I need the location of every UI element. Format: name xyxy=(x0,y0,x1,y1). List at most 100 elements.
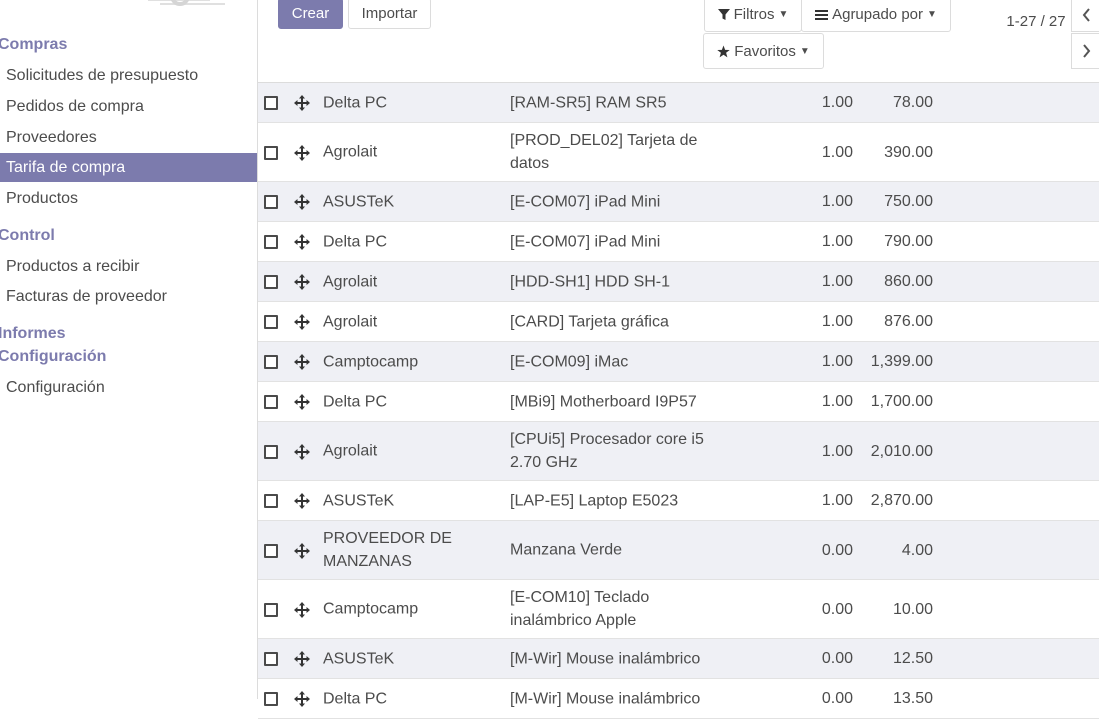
table-row[interactable]: ASUSTeK [LAP-E5] Laptop E5023 1.00 2,870.00 xyxy=(258,481,1099,521)
arrows-move-icon[interactable] xyxy=(293,313,311,331)
row-checkbox[interactable] xyxy=(264,445,278,459)
favorites-dropdown[interactable]: Favoritos ▼ xyxy=(703,33,824,69)
arrows-move-icon[interactable] xyxy=(293,690,311,708)
pager-value: 1-27 / 27 xyxy=(1006,13,1066,30)
arrows-move-icon[interactable] xyxy=(293,601,311,619)
quantity-cell: 0.00 xyxy=(821,690,853,707)
sidebar-item-productos-recibir[interactable]: Productos a recibir xyxy=(0,252,257,281)
row-checkbox[interactable] xyxy=(264,315,278,329)
pricelist-table: Delta PC [RAM-SR5] RAM SR5 1.00 78.00 Agrola… xyxy=(258,82,1099,723)
chevron-left-icon xyxy=(1082,7,1090,22)
row-checkbox[interactable] xyxy=(264,146,278,160)
row-checkbox[interactable] xyxy=(264,692,278,706)
product-cell: [E-COM09] iMac xyxy=(510,353,629,370)
arrows-move-icon[interactable] xyxy=(293,393,311,411)
price-cell: 1,700.00 xyxy=(870,393,933,410)
row-checkbox[interactable] xyxy=(264,603,278,617)
row-checkbox[interactable] xyxy=(264,235,278,249)
product-cell: [E-COM10] Teclado inalámbrico Apple xyxy=(510,589,650,629)
row-checkbox[interactable] xyxy=(264,494,278,508)
filters-dropdown[interactable]: Filtros ▼ xyxy=(704,0,802,32)
row-checkbox[interactable] xyxy=(264,652,278,666)
product-cell: [PROD_DEL02] Tarjeta de datos xyxy=(510,132,698,172)
price-cell: 1,399.00 xyxy=(870,353,933,370)
quantity-cell: 1.00 xyxy=(821,353,853,370)
pager-next-button[interactable] xyxy=(1071,33,1099,69)
row-checkbox[interactable] xyxy=(264,544,278,558)
price-cell: 12.50 xyxy=(892,650,933,667)
groupby-dropdown[interactable]: Agrupado por ▼ xyxy=(801,0,951,32)
table-row[interactable]: Agrolait [CPUi5] Procesador core i5 2.70 … xyxy=(258,422,1099,481)
row-checkbox[interactable] xyxy=(264,355,278,369)
row-checkbox[interactable] xyxy=(264,96,278,110)
arrows-move-icon[interactable] xyxy=(293,273,311,291)
product-cell: [LAP-E5] Laptop E5023 xyxy=(510,492,679,509)
chevron-down-icon: ▼ xyxy=(778,9,789,20)
table-row[interactable]: Camptocamp [E-COM10] Teclado inalámbrico … xyxy=(258,580,1099,639)
table-row[interactable]: ASUSTeK [E-COM07] iPad Mini 1.00 750.00 xyxy=(258,182,1099,222)
arrows-move-icon[interactable] xyxy=(293,144,311,162)
price-cell: 13.50 xyxy=(892,690,933,707)
product-cell: Manzana Verde xyxy=(510,541,623,559)
arrows-move-icon[interactable] xyxy=(293,443,311,461)
arrows-move-icon[interactable] xyxy=(293,542,311,560)
chevron-down-icon: ▼ xyxy=(927,9,937,20)
star-icon xyxy=(717,45,730,57)
arrows-move-icon[interactable] xyxy=(293,193,311,211)
chevron-right-icon xyxy=(1082,44,1090,58)
price-cell: 2,010.00 xyxy=(870,443,933,460)
arrows-move-icon[interactable] xyxy=(293,233,311,251)
table-row[interactable]: Delta PC [MBi9] Motherboard I9P57 1.00 1,70… xyxy=(258,382,1099,422)
sidebar-item-facturas-proveedor[interactable]: Facturas de proveedor xyxy=(0,282,257,311)
quantity-cell: 1.00 xyxy=(821,273,853,290)
supplier-cell: Agrolait xyxy=(323,442,378,460)
arrows-move-icon[interactable] xyxy=(293,492,311,510)
row-checkbox[interactable] xyxy=(264,275,278,289)
sidebar-section-informes[interactable]: Informes xyxy=(0,325,66,343)
table-row[interactable]: Agrolait [PROD_DEL02] Tarjeta de datos 1.0… xyxy=(258,123,1099,182)
supplier-cell: Agrolait xyxy=(323,273,378,290)
favorites-label: Favoritos xyxy=(734,42,796,60)
table-row[interactable]: Delta PC [RAM-SR5] RAM SR5 1.00 78.00 xyxy=(258,83,1099,123)
supplier-cell: ASUSTeK xyxy=(323,193,395,210)
table-row[interactable]: Agrolait [CARD] Tarjeta gráfica 1.00 876.00 xyxy=(258,302,1099,342)
table-row[interactable]: PROVEEDOR DE MANZANAS Manzana Verde 0.00 4.… xyxy=(258,521,1099,580)
table-row[interactable]: ASUSTeK [M-Wir] Mouse inalámbrico 0.00 12.5… xyxy=(258,639,1099,679)
sidebar-item-solicitudes[interactable]: Solicitudes de presupuesto xyxy=(0,61,257,90)
arrows-move-icon[interactable] xyxy=(293,94,311,112)
sidebar-item-configuracion[interactable]: Configuración xyxy=(0,373,257,402)
product-cell: [CARD] Tarjeta gráfica xyxy=(510,313,669,330)
price-cell: 876.00 xyxy=(884,313,933,330)
quantity-cell: 1.00 xyxy=(821,233,853,250)
sidebar-section-compras: Compras xyxy=(0,36,68,53)
create-button[interactable]: Crear xyxy=(278,0,343,29)
supplier-cell: Agrolait xyxy=(323,313,378,330)
logo-fragment-icon xyxy=(148,0,225,6)
supplier-cell: Camptocamp xyxy=(323,353,419,370)
sidebar-item-tarifa-compra[interactable]: Tarifa de compra xyxy=(0,153,257,182)
sidebar-item-productos[interactable]: Productos xyxy=(0,184,257,213)
sidebar-item-proveedores[interactable]: Proveedores xyxy=(0,123,257,152)
price-cell: 390.00 xyxy=(884,144,933,161)
arrows-move-icon[interactable] xyxy=(293,650,311,668)
sidebar-section-configuracion: Configuración xyxy=(0,348,107,365)
table-row[interactable]: Delta PC [M-Wir] Mouse inalámbrico 0.00 13.… xyxy=(258,679,1099,719)
arrows-move-icon[interactable] xyxy=(293,353,311,371)
table-row[interactable]: Agrolait [HDD-SH1] HDD SH-1 1.00 860.00 xyxy=(258,262,1099,302)
quantity-cell: 1.00 xyxy=(821,492,853,509)
row-checkbox[interactable] xyxy=(264,195,278,209)
price-cell: 78.00 xyxy=(892,94,933,111)
import-button[interactable]: Importar xyxy=(348,0,431,29)
sidebar-section-control: Control xyxy=(0,227,55,244)
table-row[interactable]: Delta PC [E-COM07] iPad Mini 1.00 790.00 xyxy=(258,222,1099,262)
list-icon xyxy=(815,9,829,20)
price-cell: 10.00 xyxy=(892,601,933,618)
table-row[interactable]: Camptocamp [E-COM09] iMac 1.00 1,399.00 xyxy=(258,342,1099,382)
sidebar-item-pedidos[interactable]: Pedidos de compra xyxy=(0,92,257,121)
product-cell: [E-COM07] iPad Mini xyxy=(510,233,661,250)
pager-previous-button[interactable] xyxy=(1071,0,1099,32)
row-checkbox[interactable] xyxy=(264,395,278,409)
filters-label: Filtros xyxy=(733,6,775,23)
product-cell: [E-COM07] iPad Mini xyxy=(510,193,661,210)
sidebar: Compras Solicitudes de presupuesto Pedid… xyxy=(0,0,258,699)
